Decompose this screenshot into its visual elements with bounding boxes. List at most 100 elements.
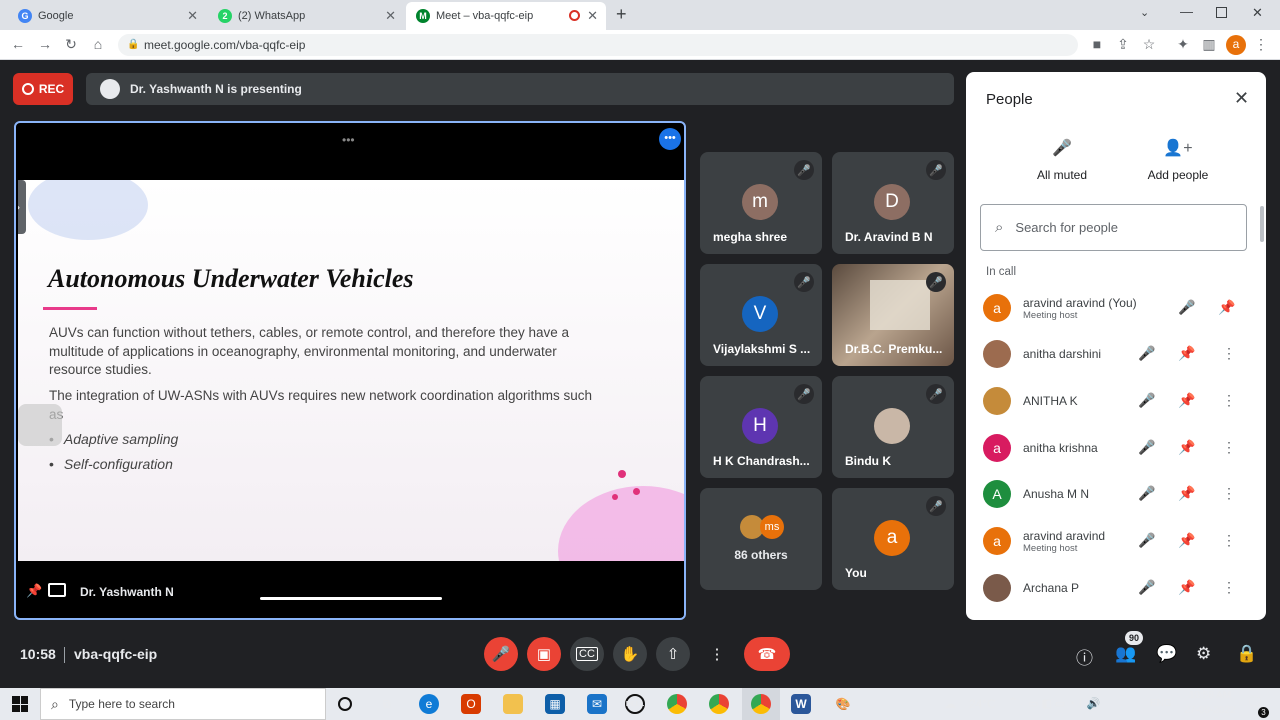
- minimize-icon[interactable]: —: [1180, 4, 1193, 19]
- tab-whatsapp[interactable]: 2 (2) WhatsApp ✕: [208, 2, 404, 30]
- more-options-icon[interactable]: ⋮: [1222, 439, 1236, 456]
- participant-tile[interactable]: 🎤 V Vijaylakshmi S ...: [700, 264, 822, 366]
- maximize-icon[interactable]: [1216, 7, 1227, 18]
- url-bar[interactable]: 🔒 meet.google.com/vba-qqfc-eip: [118, 34, 1078, 56]
- new-tab-icon[interactable]: +: [616, 4, 627, 25]
- edge-icon[interactable]: e: [419, 694, 439, 714]
- drag-handle-icon[interactable]: •••: [342, 133, 355, 147]
- weather-icon[interactable]: ☁: [944, 697, 956, 711]
- more-options-button[interactable]: ⋮: [700, 637, 734, 671]
- others-tile[interactable]: ms 86 others: [700, 488, 822, 590]
- browser-menu-icon[interactable]: ⋮: [1252, 36, 1270, 53]
- add-people-button[interactable]: 👤+ Add people: [1128, 138, 1228, 182]
- tab-search-icon[interactable]: ⌄: [1140, 6, 1149, 19]
- pin-icon[interactable]: 📌: [1178, 485, 1195, 502]
- extensions-icon[interactable]: ✦: [1174, 36, 1192, 53]
- language-indicator[interactable]: ENG: [1150, 698, 1172, 709]
- participant-tile[interactable]: 🎤 D Dr. Aravind B N: [832, 152, 954, 254]
- present-button[interactable]: ⇧: [656, 637, 690, 671]
- office-icon[interactable]: O: [461, 694, 481, 714]
- tab-meet[interactable]: M Meet – vba-qqfc-eip ✕: [406, 2, 606, 30]
- taskbar-search[interactable]: ⌕ Type here to search: [40, 688, 326, 720]
- profile-avatar[interactable]: a: [1226, 35, 1246, 55]
- close-tab-icon[interactable]: ✕: [187, 8, 198, 24]
- more-options-icon[interactable]: ⋮: [1222, 392, 1236, 409]
- pin-icon[interactable]: 📌: [1178, 579, 1195, 596]
- chrome-icon[interactable]: [667, 694, 687, 714]
- task-view-icon[interactable]: ⧉: [377, 694, 397, 714]
- mic-off-icon[interactable]: 🎤: [1138, 439, 1155, 456]
- participant-row[interactable]: ANITHA K 🎤 📌 ⋮: [966, 378, 1266, 424]
- participant-row[interactable]: a anitha krishna 🎤 📌 ⋮: [966, 425, 1266, 471]
- windows-start-icon[interactable]: [12, 696, 28, 712]
- paint-icon[interactable]: 🎨: [833, 694, 853, 714]
- mic-toggle-button[interactable]: 🎤: [484, 637, 518, 671]
- camera-icon[interactable]: ■: [1088, 36, 1106, 52]
- forward-icon[interactable]: →: [36, 36, 54, 52]
- more-options-icon[interactable]: ⋮: [1222, 579, 1236, 596]
- window-close-icon[interactable]: ✕: [1252, 5, 1263, 21]
- side-panel-icon[interactable]: ▥: [1200, 36, 1218, 53]
- mail-icon[interactable]: ✉: [587, 694, 607, 714]
- close-tab-icon[interactable]: ✕: [385, 8, 396, 24]
- participant-tile-video[interactable]: 🎤 Dr.B.C. Premku...: [832, 264, 954, 366]
- home-icon[interactable]: ⌂: [89, 36, 107, 52]
- store-icon[interactable]: ▦: [545, 694, 565, 714]
- word-icon[interactable]: W: [791, 694, 811, 714]
- pin-icon[interactable]: 📌: [1178, 345, 1195, 362]
- search-people-input[interactable]: ⌕ Search for people: [980, 204, 1247, 251]
- camera-toggle-button[interactable]: ▣: [527, 637, 561, 671]
- mic-off-icon[interactable]: 🎤: [1138, 345, 1155, 362]
- participant-tile[interactable]: 🎤 H H K Chandrash...: [700, 376, 822, 478]
- share-icon[interactable]: ⇪: [1114, 36, 1132, 53]
- mute-all-button[interactable]: 🎤 All muted: [1012, 138, 1112, 182]
- participant-row[interactable]: A Anusha M N 🎤 📌 ⋮: [966, 471, 1266, 517]
- participant-row[interactable]: Archana P 🎤 📌 ⋮: [966, 565, 1266, 611]
- reload-icon[interactable]: ↻: [62, 36, 80, 53]
- scrollbar[interactable]: [1260, 206, 1264, 242]
- clock-time[interactable]: 10:58 AM: [1180, 690, 1240, 701]
- floating-thumbnail[interactable]: [18, 404, 62, 446]
- meeting-details-icon[interactable]: ⓘ: [1076, 644, 1093, 669]
- activities-icon[interactable]: ⚙: [1196, 644, 1211, 664]
- clock-date[interactable]: 27-08-2022: [1180, 705, 1240, 716]
- more-options-icon[interactable]: ⋮: [1222, 532, 1236, 549]
- presentation-tile[interactable]: ••• ••• › Autonomous Underwater Vehicles…: [14, 121, 686, 620]
- mic-off-icon[interactable]: 🎤: [1138, 485, 1155, 502]
- people-icon[interactable]: 👥: [1115, 644, 1136, 664]
- weather-temp[interactable]: 24°C: [969, 697, 996, 711]
- more-options-icon[interactable]: ⋮: [1222, 485, 1236, 502]
- back-icon[interactable]: ←: [9, 36, 27, 52]
- pin-icon[interactable]: 📌: [1178, 439, 1195, 456]
- participant-tile[interactable]: 🎤 Bindu K: [832, 376, 954, 478]
- mic-off-icon[interactable]: 🎤: [1138, 532, 1155, 549]
- participant-tile[interactable]: 🎤 m megha shree: [700, 152, 822, 254]
- chevron-up-icon[interactable]: ⌃: [1008, 695, 1018, 709]
- close-tab-icon[interactable]: ✕: [587, 8, 598, 24]
- recording-badge[interactable]: REC: [13, 73, 73, 105]
- more-options-icon[interactable]: ⋮: [1222, 345, 1236, 362]
- chrome-profile-icon[interactable]: [709, 694, 729, 714]
- bookmark-star-icon[interactable]: ☆: [1140, 36, 1158, 53]
- tab-google[interactable]: G Google ✕: [8, 2, 206, 30]
- chat-icon[interactable]: 💬: [1156, 644, 1177, 664]
- close-panel-icon[interactable]: ✕: [1234, 88, 1249, 109]
- mic-off-icon[interactable]: 🎤: [1138, 392, 1155, 409]
- raise-hand-button[interactable]: ✋: [613, 637, 647, 671]
- captions-button[interactable]: CC: [570, 637, 604, 671]
- pin-icon[interactable]: 📌: [1218, 299, 1235, 316]
- pin-icon[interactable]: 📌: [1178, 392, 1195, 409]
- file-explorer-icon[interactable]: [503, 694, 523, 714]
- pin-icon[interactable]: 📌: [26, 583, 42, 599]
- chrome-active-icon[interactable]: [751, 694, 771, 714]
- more-options-icon[interactable]: •••: [659, 128, 681, 150]
- self-tile[interactable]: 🎤 a You: [832, 488, 954, 590]
- expand-sidebar-icon[interactable]: ›: [18, 180, 26, 234]
- host-controls-icon[interactable]: 🔒: [1236, 644, 1257, 664]
- dell-icon[interactable]: DELL: [625, 694, 645, 714]
- slide-progress[interactable]: [260, 597, 442, 600]
- cortana-icon[interactable]: [338, 697, 352, 711]
- leave-call-button[interactable]: ☎: [744, 637, 790, 671]
- pin-icon[interactable]: 📌: [1178, 532, 1195, 549]
- participant-row[interactable]: a aravind aravind (You) Meeting host 🎤 📌: [966, 285, 1266, 331]
